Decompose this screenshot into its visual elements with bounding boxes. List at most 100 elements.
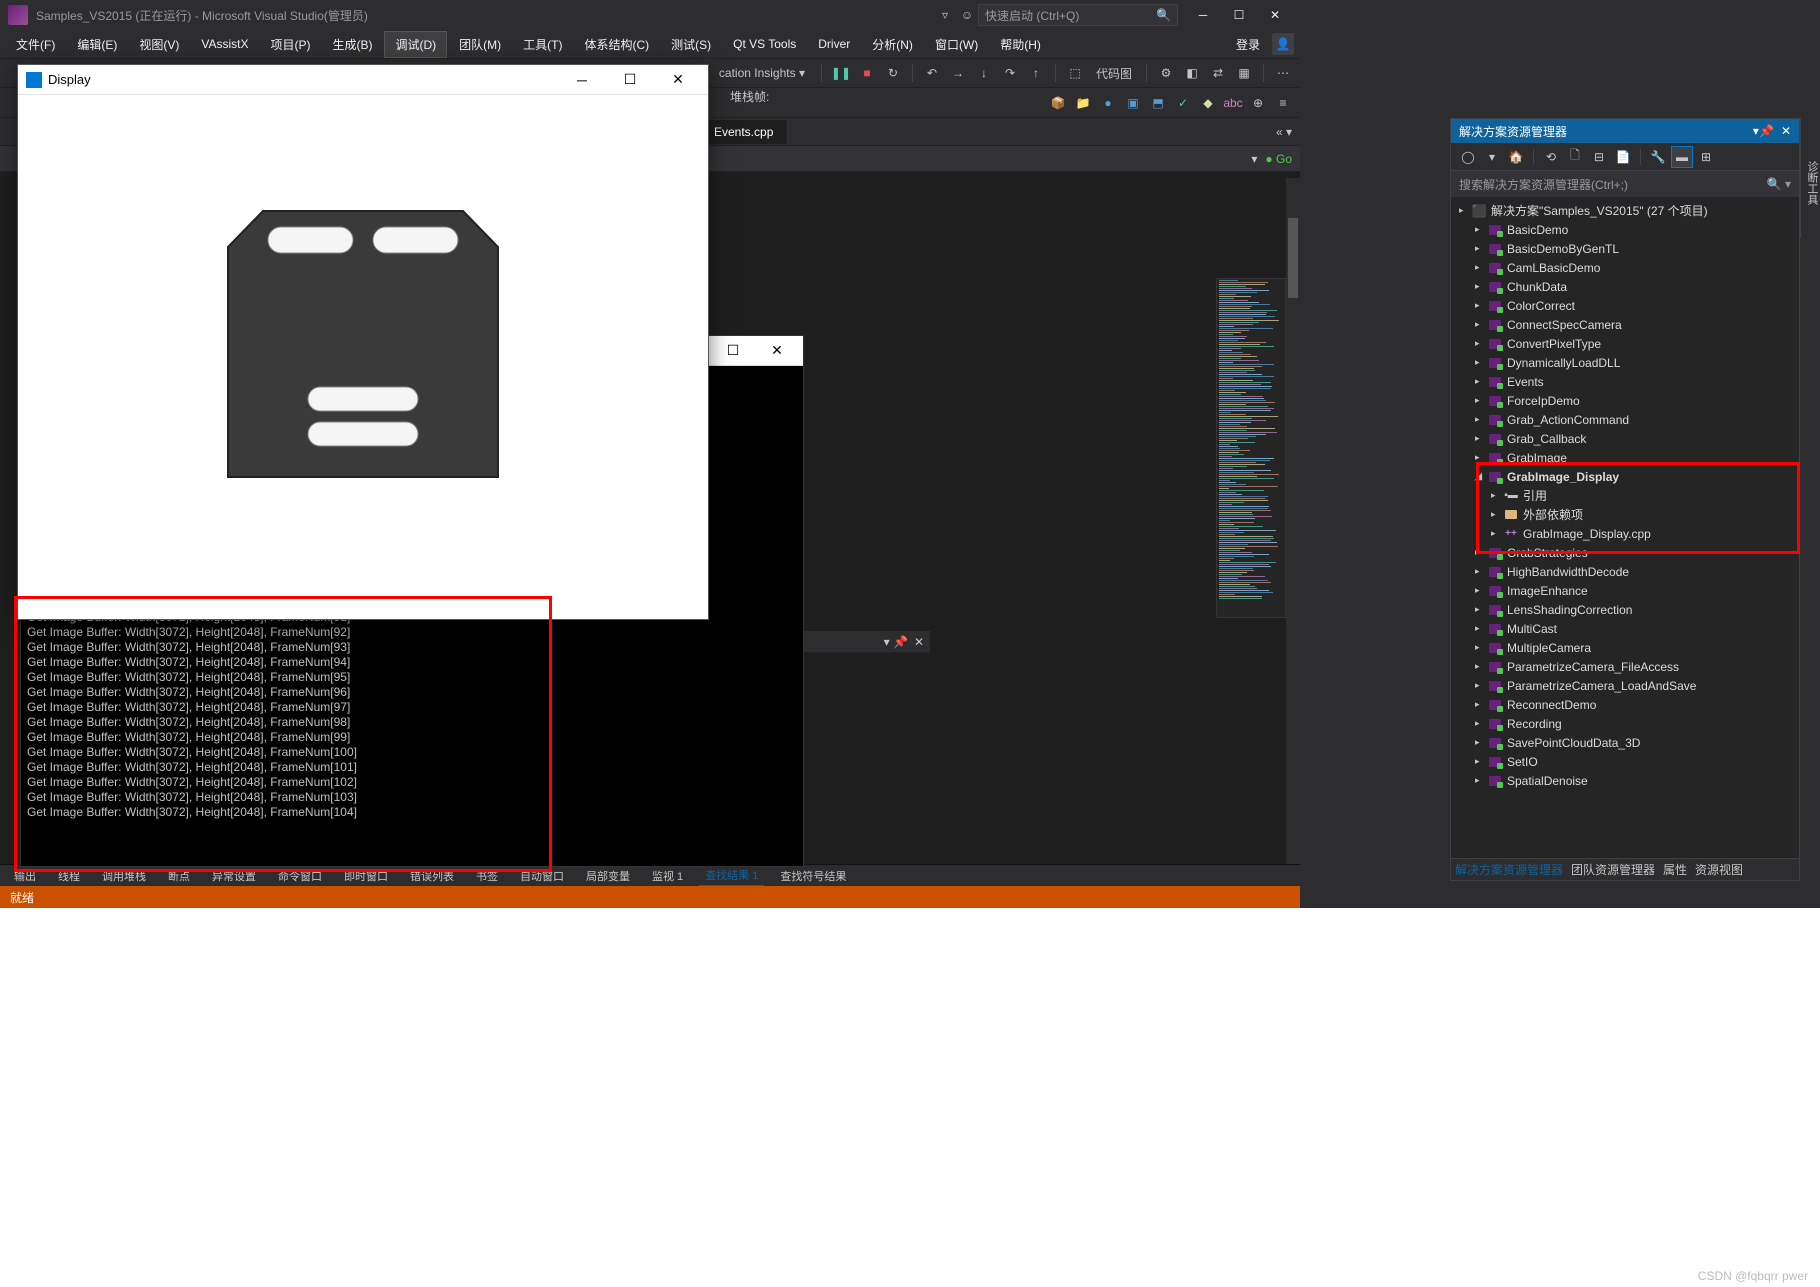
expand-icon[interactable]: ▸ xyxy=(1475,338,1487,349)
step-over-icon[interactable]: ↷ xyxy=(999,62,1021,84)
feedback-icon[interactable]: ☺ xyxy=(956,4,978,26)
right-sidebar-tab[interactable]: 诊断工具 xyxy=(1800,118,1820,238)
tb2-icon-6[interactable]: ✓ xyxy=(1172,92,1194,114)
tb2-icon-10[interactable]: ≡ xyxy=(1272,92,1294,114)
expand-icon[interactable]: ▸ xyxy=(1475,224,1487,235)
tree-item[interactable]: ▸ParametrizeCamera_FileAccess xyxy=(1451,657,1799,676)
step-back-icon[interactable]: ↶ xyxy=(921,62,943,84)
tb2-icon-5[interactable]: ⬒ xyxy=(1147,92,1169,114)
refresh-icon[interactable]: 🗋 xyxy=(1564,146,1586,168)
user-icon[interactable]: 👤 xyxy=(1272,33,1294,55)
preview-icon[interactable]: ▬ xyxy=(1671,146,1693,168)
collapse-icon[interactable]: ⊟ xyxy=(1588,146,1610,168)
tree-item[interactable]: ▸SetIO xyxy=(1451,752,1799,771)
sp-footer-tab[interactable]: 属性 xyxy=(1663,861,1687,878)
tool-icon-4[interactable]: ▦ xyxy=(1233,62,1255,84)
menu-调试(D)[interactable]: 调试(D) xyxy=(384,31,447,58)
show-all-icon[interactable]: 📄 xyxy=(1612,146,1634,168)
panel-tab-13[interactable]: 查找符号结果 xyxy=(774,866,852,886)
tree-item[interactable]: ▸LensShadingCorrection xyxy=(1451,600,1799,619)
tree-item[interactable]: ▸MultiCast xyxy=(1451,619,1799,638)
tool-icon-1[interactable]: ⚙ xyxy=(1155,62,1177,84)
tree-item[interactable]: ▸BasicDemoByGenTL xyxy=(1451,239,1799,258)
properties-icon[interactable]: 🔧 xyxy=(1647,146,1669,168)
tree-item[interactable]: ▸ForceIpDemo xyxy=(1451,391,1799,410)
expand-icon[interactable]: ▸ xyxy=(1475,775,1487,786)
console-maximize[interactable]: ☐ xyxy=(711,337,755,365)
expand-icon[interactable]: ▸ xyxy=(1475,718,1487,729)
sync-icon[interactable]: ⟲ xyxy=(1540,146,1562,168)
step-into-icon[interactable]: → xyxy=(947,62,969,84)
panel-tab-10[interactable]: 局部变量 xyxy=(580,866,636,886)
menu-Driver[interactable]: Driver xyxy=(808,33,860,55)
menu-分析(N)[interactable]: 分析(N) xyxy=(862,32,923,57)
solution-search-input[interactable]: 搜索解决方案资源管理器(Ctrl+;) 🔍 ▾ xyxy=(1451,171,1799,197)
menu-体系结构(C)[interactable]: 体系结构(C) xyxy=(574,32,659,57)
menu-帮助(H)[interactable]: 帮助(H) xyxy=(990,32,1051,57)
expand-icon[interactable]: ▸ xyxy=(1459,205,1471,216)
tree-item[interactable]: ▸ColorCorrect xyxy=(1451,296,1799,315)
expand-icon[interactable]: ▸ xyxy=(1475,737,1487,748)
tree-item[interactable]: ▸Grab_Callback xyxy=(1451,429,1799,448)
vertical-scrollbar[interactable] xyxy=(1286,178,1300,864)
tool-icon-3[interactable]: ⇄ xyxy=(1207,62,1229,84)
expand-icon[interactable]: ▸ xyxy=(1475,243,1487,254)
quick-launch-input[interactable]: 快速启动 (Ctrl+Q) 🔍 xyxy=(978,4,1178,26)
scroll-thumb[interactable] xyxy=(1288,218,1298,298)
close-icon[interactable]: ✕ xyxy=(1781,124,1791,138)
menu-Qt VS Tools[interactable]: Qt VS Tools xyxy=(723,33,806,55)
expand-icon[interactable]: ▸ xyxy=(1475,300,1487,311)
forward-icon[interactable]: ▾ xyxy=(1481,146,1503,168)
expand-icon[interactable]: ▸ xyxy=(1475,319,1487,330)
menu-团队(M)[interactable]: 团队(M) xyxy=(449,32,511,57)
app-insights-dropdown[interactable]: cation Insights ▾ xyxy=(711,66,813,80)
tree-item[interactable]: ▸DynamicallyLoadDLL xyxy=(1451,353,1799,372)
display-maximize[interactable]: ☐ xyxy=(608,66,652,94)
menu-工具(T)[interactable]: 工具(T) xyxy=(513,32,572,57)
expand-icon[interactable]: ▸ xyxy=(1475,604,1487,615)
tree-item[interactable]: ▸SavePointCloudData_3D xyxy=(1451,733,1799,752)
tb2-icon-2[interactable]: 📁 xyxy=(1072,92,1094,114)
console-close[interactable]: ✕ xyxy=(755,337,799,365)
menu-VAssistX[interactable]: VAssistX xyxy=(191,33,258,55)
sign-in-link[interactable]: 登录 xyxy=(1226,32,1270,57)
menu-窗口(W)[interactable]: 窗口(W) xyxy=(925,32,988,57)
maximize-button[interactable]: ☐ xyxy=(1222,2,1256,28)
back-icon[interactable]: ◯ xyxy=(1457,146,1479,168)
expand-icon[interactable]: ▸ xyxy=(1475,433,1487,444)
go-button[interactable]: ● Go xyxy=(1265,152,1292,166)
menu-生成(B)[interactable]: 生成(B) xyxy=(322,32,382,57)
tree-item[interactable]: ▸ConnectSpecCamera xyxy=(1451,315,1799,334)
tb2-icon-4[interactable]: ▣ xyxy=(1122,92,1144,114)
tree-item[interactable]: ▸CamLBasicDemo xyxy=(1451,258,1799,277)
expand-icon[interactable]: ▸ xyxy=(1475,661,1487,672)
tree-item[interactable]: ▸Grab_ActionCommand xyxy=(1451,410,1799,429)
menu-项目(P)[interactable]: 项目(P) xyxy=(260,32,320,57)
expand-icon[interactable]: ▸ xyxy=(1475,357,1487,368)
tb2-icon-3[interactable]: ● xyxy=(1097,92,1119,114)
sp-footer-tab[interactable]: 资源视图 xyxy=(1695,861,1743,878)
tree-item[interactable]: ▸SpatialDenoise xyxy=(1451,771,1799,790)
tree-item[interactable]: ▸ImageEnhance xyxy=(1451,581,1799,600)
close-button[interactable]: ✕ xyxy=(1258,2,1292,28)
minimize-button[interactable]: ─ xyxy=(1186,2,1220,28)
display-titlebar[interactable]: Display ─ ☐ ✕ xyxy=(18,65,708,95)
tab-dropdown-icon[interactable]: « ▾ xyxy=(1268,125,1300,139)
stop-icon[interactable]: ■ xyxy=(856,62,878,84)
code-minimap[interactable] xyxy=(1216,278,1286,618)
expand-icon[interactable]: ▸ xyxy=(1475,262,1487,273)
sp-footer-tab[interactable]: 团队资源管理器 xyxy=(1571,861,1655,878)
expand-icon[interactable]: ▸ xyxy=(1475,376,1487,387)
home-icon[interactable]: 🏠 xyxy=(1505,146,1527,168)
expand-icon[interactable]: ▸ xyxy=(1475,414,1487,425)
tree-item[interactable]: ▸ReconnectDemo xyxy=(1451,695,1799,714)
restart-icon[interactable]: ↻ xyxy=(882,62,904,84)
expand-icon[interactable]: ▸ xyxy=(1475,281,1487,292)
tb2-icon-8[interactable]: abc xyxy=(1222,92,1244,114)
display-minimize[interactable]: ─ xyxy=(560,66,604,94)
solution-explorer-header[interactable]: 解决方案资源管理器 ▾ 📌 ✕ xyxy=(1451,119,1799,143)
tree-item[interactable]: ▸Recording xyxy=(1451,714,1799,733)
menu-文件(F)[interactable]: 文件(F) xyxy=(6,32,65,57)
expand-icon[interactable]: ▸ xyxy=(1475,585,1487,596)
step-out-icon[interactable]: ↑ xyxy=(1025,62,1047,84)
